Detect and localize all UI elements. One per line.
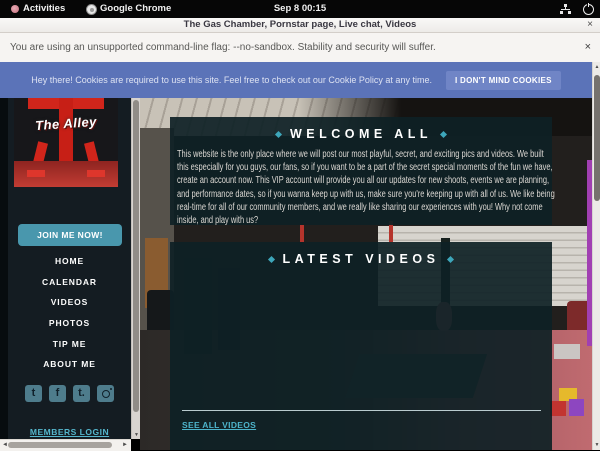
welcome-section: WELCOME ALL This website is the only pla… <box>170 117 552 225</box>
latest-videos-section: LATEST VIDEOS SEE ALL VIDEOS <box>170 242 552 450</box>
scrollbar-thumb[interactable] <box>133 100 139 412</box>
scroll-up-icon[interactable]: ▲ <box>593 64 600 70</box>
latest-videos-heading: LATEST VIDEOS <box>170 242 552 266</box>
nav-item-tip-me[interactable]: TIP ME <box>8 334 131 355</box>
logo-frame-foot <box>27 170 45 177</box>
background-gift-box <box>550 401 566 416</box>
see-all-videos-link[interactable]: SEE ALL VIDEOS <box>182 420 256 430</box>
welcome-text: This website is the only place where we … <box>177 148 555 227</box>
logo-frame-foot <box>87 170 105 177</box>
welcome-heading: WELCOME ALL <box>170 117 552 141</box>
sidebar-nav: HOME CALENDAR VIDEOS PHOTOS TIP ME ABOUT… <box>8 251 131 375</box>
nav-item-photos[interactable]: PHOTOS <box>8 313 131 334</box>
cookie-message: Hey there! Cookies are required to use t… <box>31 75 432 85</box>
instagram-icon[interactable] <box>97 385 114 402</box>
scroll-down-icon[interactable]: ▼ <box>593 442 600 448</box>
sidebar-panel: The Alley JOIN ME NOW! HOME CALENDAR VID… <box>8 98 131 439</box>
system-top-bar: Activities Google Chrome Sep 8 00:15 <box>0 0 600 18</box>
main-content: WELCOME ALL This website is the only pla… <box>140 98 592 450</box>
scroll-right-icon[interactable]: ► <box>122 440 128 450</box>
tumblr-icon[interactable]: t. <box>73 385 90 402</box>
sparkle-icon <box>447 255 454 262</box>
latest-videos-title: LATEST VIDEOS <box>283 252 440 266</box>
window-title: The Gas Chamber, Pornstar page, Live cha… <box>184 19 417 30</box>
network-icon <box>560 4 571 14</box>
logo-frame-post <box>59 98 73 167</box>
scrollbar-thumb[interactable] <box>8 442 112 448</box>
welcome-title: WELCOME ALL <box>290 127 432 141</box>
sparkle-icon <box>268 255 275 262</box>
infobar-close-icon[interactable]: × <box>585 33 591 62</box>
window-titlebar[interactable]: The Gas Chamber, Pornstar page, Live cha… <box>0 18 600 33</box>
members-login-link[interactable]: MEMBERS LOGIN <box>8 427 131 437</box>
facebook-icon[interactable]: f <box>49 385 66 402</box>
section-divider <box>182 410 541 411</box>
twitter-icon[interactable]: t <box>25 385 42 402</box>
site-logo[interactable]: The Alley <box>14 98 118 187</box>
scrollbar-thumb[interactable] <box>594 75 600 201</box>
power-icon <box>583 4 594 15</box>
background-candle <box>300 225 304 242</box>
sparkle-icon <box>275 130 282 137</box>
background-gift-box <box>569 399 584 416</box>
join-me-now-button[interactable]: JOIN ME NOW! <box>18 224 122 246</box>
clock[interactable]: Sep 8 00:15 <box>0 0 600 18</box>
accept-cookies-button[interactable]: I DON'T MIND COOKIES <box>446 71 561 90</box>
sidebar: The Alley JOIN ME NOW! HOME CALENDAR VID… <box>0 98 131 439</box>
cookie-consent-bar: Hey there! Cookies are required to use t… <box>0 62 592 98</box>
sidebar-horizontal-scrollbar[interactable]: ◄ ► <box>0 439 131 451</box>
nav-item-videos[interactable]: VIDEOS <box>8 292 131 313</box>
nav-item-about-me[interactable]: ABOUT ME <box>8 354 131 375</box>
nav-item-calendar[interactable]: CALENDAR <box>8 272 131 293</box>
infobar-message: You are using an unsupported command-lin… <box>10 33 436 62</box>
social-links: t f t. <box>8 385 131 402</box>
background-box <box>554 344 580 359</box>
window-close-icon[interactable]: × <box>587 18 593 31</box>
nav-item-home[interactable]: HOME <box>8 251 131 272</box>
system-tray[interactable] <box>560 0 594 18</box>
page-vertical-scrollbar[interactable]: ▲ ▼ <box>592 62 600 450</box>
sparkle-icon <box>440 130 447 137</box>
chrome-infobar: You are using an unsupported command-lin… <box>0 33 600 63</box>
